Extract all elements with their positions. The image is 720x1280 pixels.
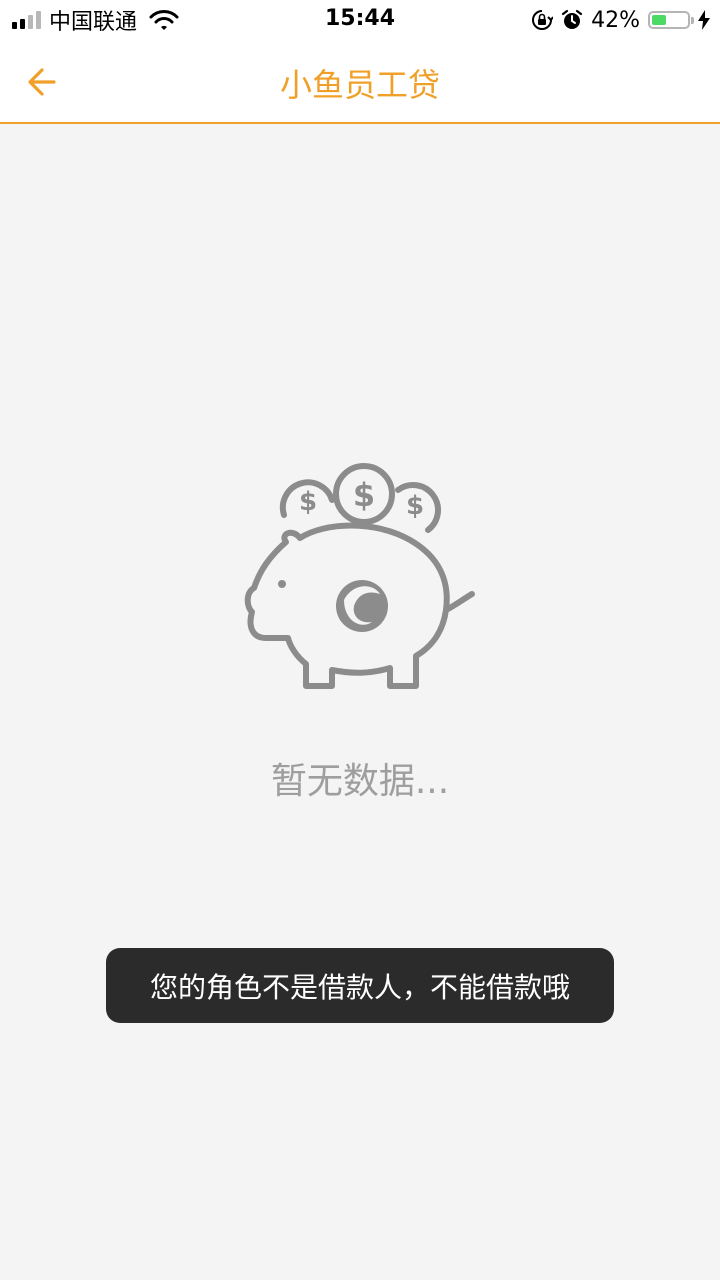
status-bar: 中国联通 15:44 42% [0,0,720,40]
rotation-lock-icon [532,10,554,30]
empty-state-message: 暂无数据... [270,761,450,802]
page-title: 小鱼员工贷 [279,66,440,104]
status-right: 42% [531,6,710,34]
charging-icon [698,10,710,30]
svg-text:$: $ [406,491,424,521]
battery-icon [648,11,694,29]
nav-bar: 小鱼员工贷 [0,40,720,124]
piggy-bank-icon: $ $ $ [244,463,475,689]
svg-text:$: $ [299,487,317,517]
battery-percent: 42% [591,7,640,33]
alarm-icon [561,9,583,29]
toast-message: 您的角色不是借款人，不能借款哦 [106,948,614,1023]
svg-text:$: $ [353,476,375,514]
empty-state-illustration: $ $ $ [240,460,480,700]
screen: 中国联通 15:44 42% 小鱼员工贷 $ $ $ 暂无数据... 您的角色不… [0,0,720,1280]
battery-fill [652,15,667,25]
